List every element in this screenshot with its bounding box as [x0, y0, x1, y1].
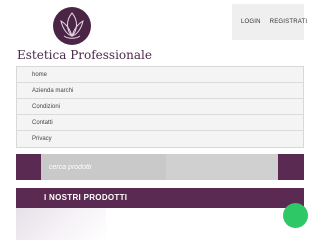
search-category-select[interactable] — [166, 154, 278, 180]
login-link[interactable]: LOGIN — [232, 19, 261, 25]
site-logo[interactable]: Estetica Professionale — [17, 4, 152, 62]
search-bar — [16, 154, 304, 180]
register-link[interactable]: REGISTRATI — [261, 19, 308, 25]
account-bar: LOGIN REGISTRATI — [232, 4, 307, 40]
search-input[interactable] — [41, 154, 171, 180]
menu-item-azienda-marchi[interactable]: Azienda marchi — [17, 83, 303, 99]
products-section-title: I NOSTRI PRODOTTI — [16, 188, 304, 208]
logo-text: Estetica Professionale — [17, 48, 152, 62]
menu-item-home[interactable]: home — [17, 67, 303, 83]
lotus-flower-icon — [53, 7, 91, 45]
product-banner-image — [16, 208, 106, 240]
chat-bubble-icon[interactable] — [283, 203, 308, 228]
menu-item-condizioni[interactable]: Condizioni — [17, 99, 303, 115]
main-menu: home Azienda marchi Condizioni Contatti … — [16, 66, 304, 148]
menu-item-contatti[interactable]: Contatti — [17, 115, 303, 131]
menu-item-privacy[interactable]: Privacy — [17, 131, 303, 147]
